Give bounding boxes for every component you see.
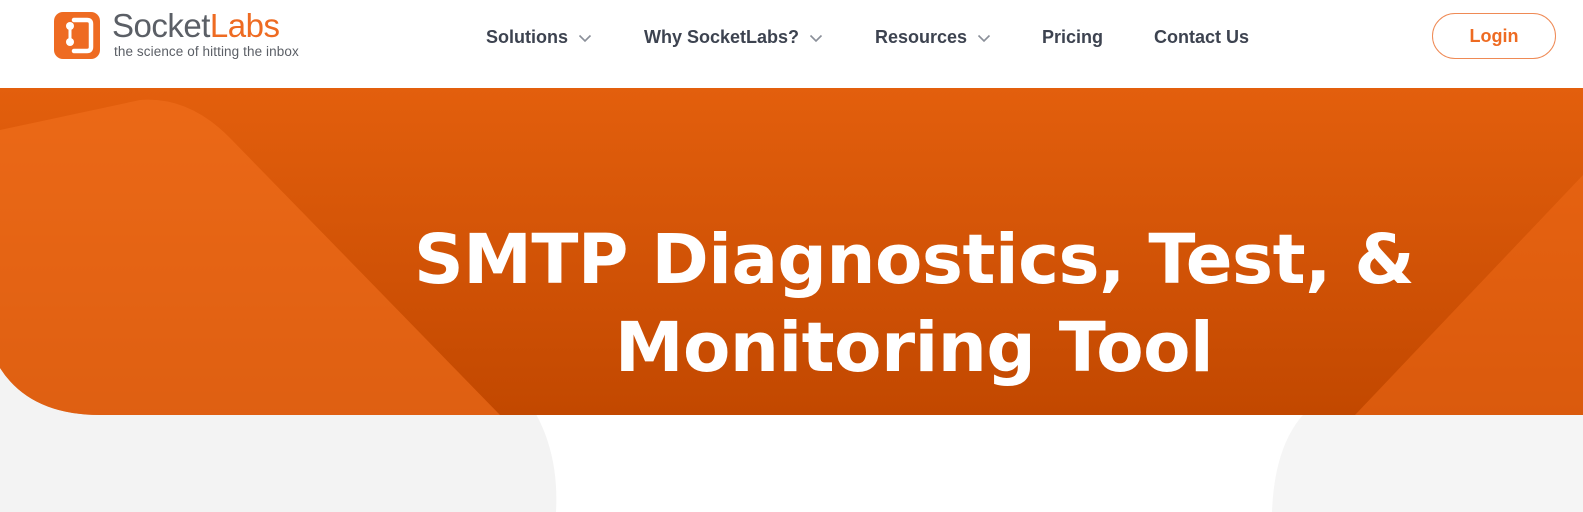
brand-logo[interactable]: SocketLabs the science of hitting the in… [54,7,314,62]
brand-tagline: the science of hitting the inbox [114,44,299,59]
page-title-line2: Monitoring Tool [614,308,1214,389]
nav-item-label: Contact Us [1154,26,1250,47]
site-header: SocketLabs the science of hitting the in… [0,0,1583,87]
nav-item-label: Resources [875,26,968,47]
brand-name-part1: Socket [112,7,210,44]
nav-item-solutions[interactable]: Solutions [486,24,592,50]
brand-name: SocketLabs [112,7,280,45]
chevron-down-icon [578,34,592,42]
nav-item-pricing[interactable]: Pricing [1042,24,1103,50]
brand-name-part2: Labs [209,7,280,44]
nav-item-label: Pricing [1042,26,1104,47]
nav-item-resources[interactable]: Resources [875,24,991,50]
nav-item-contact-us[interactable]: Contact Us [1154,24,1249,50]
login-button[interactable]: Login [1432,13,1556,59]
nav-item-label: Why SocketLabs? [644,26,800,47]
page-title-line1: SMTP Diagnostics, Test, & [414,220,1415,301]
nav-item-why-socketlabs[interactable]: Why SocketLabs? [644,24,823,50]
chevron-down-icon [809,34,823,42]
chevron-down-icon [977,34,991,42]
page-title: SMTP Diagnostics, Test, & Monitoring Too… [414,216,1415,392]
socketlabs-logo-icon [54,12,100,59]
nav-item-label: Solutions [486,26,568,47]
